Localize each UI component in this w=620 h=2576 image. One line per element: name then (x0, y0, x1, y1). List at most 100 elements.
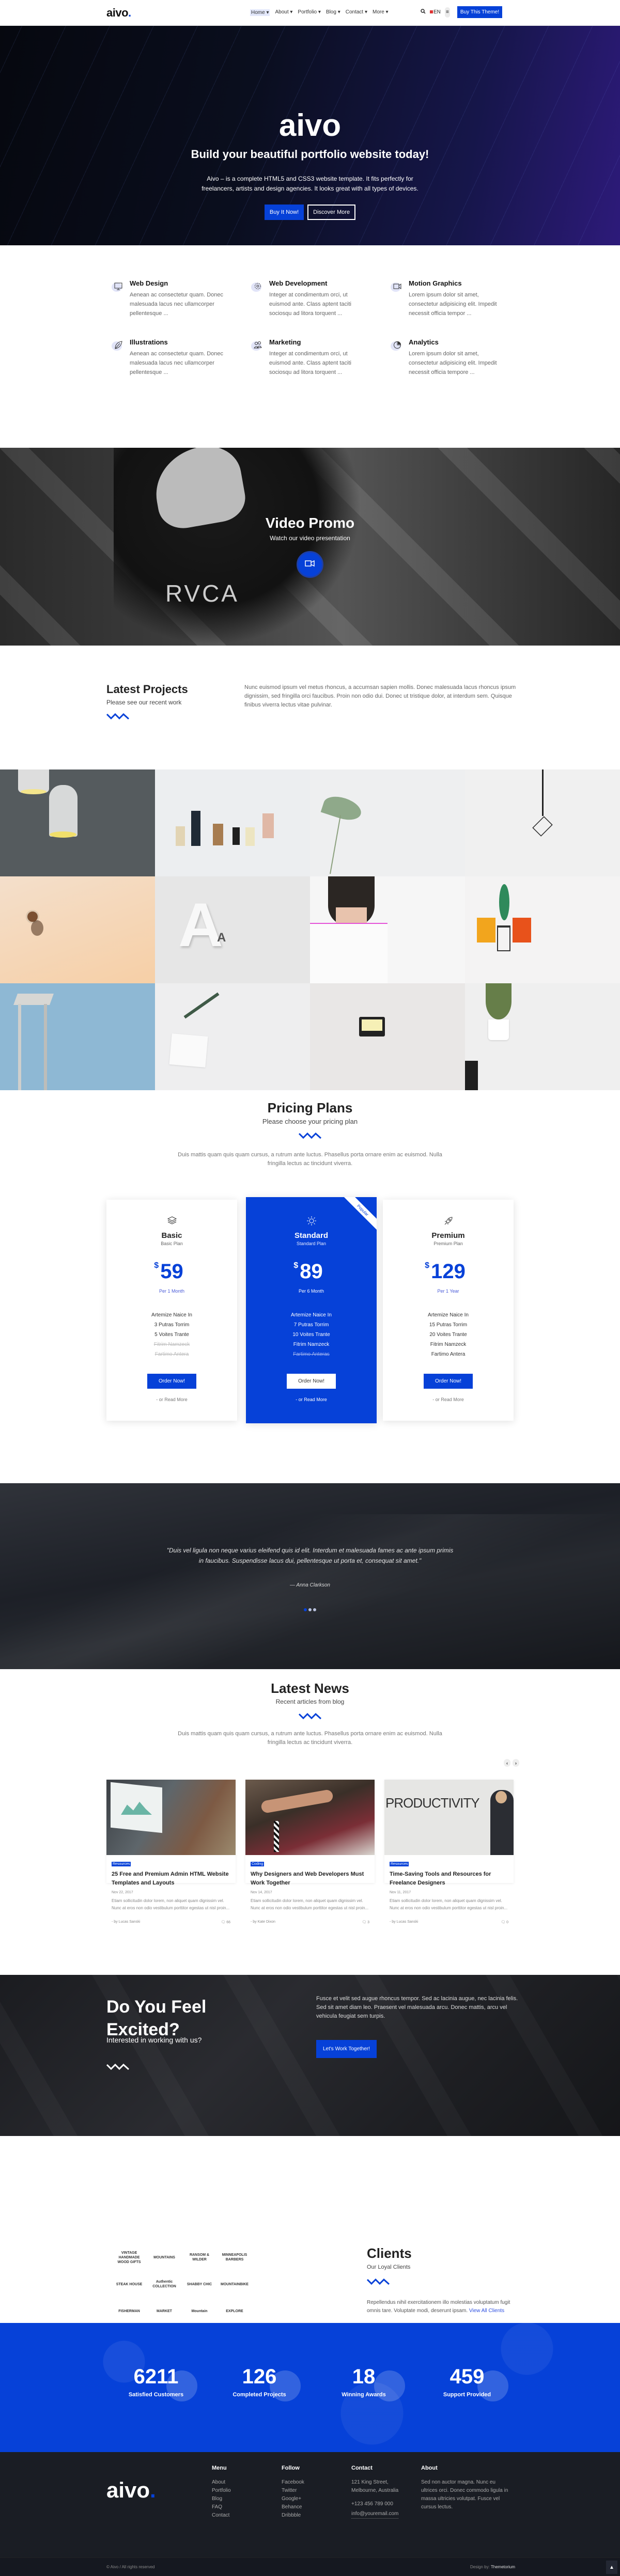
nav-item-home[interactable]: Home ▾ (250, 9, 270, 16)
comment-icon: 🗨 (221, 1921, 226, 1924)
clients-section: VINTAGE HANDMADE WOOD GIFTS MOUNTAINS RANS… (0, 2136, 620, 2323)
read-more-link[interactable]: - or Read More (246, 1397, 377, 1402)
footer-link-dribbble[interactable]: Dribbble (282, 2511, 304, 2520)
footer-about-text: Sed non auctor magna. Nunc eu ultrices o… (421, 2479, 508, 2510)
client-logo[interactable]: MINNEAPOLIS BARBERS (219, 2244, 250, 2270)
client-logo[interactable]: STEAK HOUSE (114, 2271, 145, 2297)
footer-link-portfolio[interactable]: Portfolio (212, 2487, 231, 2495)
footer-link-behance[interactable]: Behance (282, 2503, 304, 2511)
nav-item-more[interactable]: More ▾ (373, 9, 389, 16)
client-logo[interactable]: EXPLORE (219, 2298, 250, 2324)
footer-link-blog[interactable]: Blog (212, 2495, 231, 2503)
cta-title: Do You Feel Excited? (106, 1996, 206, 2041)
zigzag-divider (299, 1132, 321, 1139)
footer-logo-text: aivo (106, 2478, 150, 2502)
buy-theme-button[interactable]: Buy This Theme! (457, 6, 503, 18)
portfolio-item-leaf-card[interactable] (155, 983, 310, 1090)
footer-link-googleplus[interactable]: Google+ (282, 2495, 304, 2503)
client-logo[interactable]: MARKET (149, 2298, 180, 2324)
footer-link-facebook[interactable]: Facebook (282, 2478, 304, 2487)
order-now-button[interactable]: Order Now! (423, 1374, 473, 1389)
client-logo[interactable]: RANSOM & WILDER (184, 2244, 215, 2270)
nav-item-portfolio[interactable]: Portfolio ▾ (298, 9, 320, 16)
portfolio-item-paper-tags[interactable] (155, 769, 310, 876)
pricing-plan-basic: Basic Basic Plan $59 Per 1 Month Artemiz… (106, 1200, 237, 1421)
news-category-tag[interactable]: Resources (112, 1862, 131, 1866)
portfolio-item-wooden-stool[interactable] (0, 983, 155, 1090)
client-logo[interactable]: Authentic COLLECTION (149, 2271, 180, 2297)
portfolio-item-potted-palm[interactable] (465, 983, 620, 1090)
news-title-link[interactable]: Why Designers and Web Developers Must Wo… (251, 1870, 369, 1888)
footer-link-contact[interactable]: Contact (212, 2511, 231, 2520)
buy-now-button[interactable]: Buy It Now! (264, 205, 304, 220)
footer-link-faq[interactable]: FAQ (212, 2503, 231, 2511)
nav-item-blog[interactable]: Blog ▾ (326, 9, 340, 16)
client-logo[interactable]: MOUNTAINS (149, 2244, 180, 2270)
portfolio-item-pendant-lamps[interactable] (0, 769, 155, 876)
nav-item-contact[interactable]: Contact ▾ (346, 9, 367, 16)
client-logo[interactable]: Mountain (184, 2298, 215, 2324)
sun-icon (246, 1216, 377, 1227)
read-more-link[interactable]: - or Read More (383, 1397, 514, 1402)
nav-item-about[interactable]: About ▾ (275, 9, 292, 16)
designer-link[interactable]: Themetorium (491, 2565, 515, 2569)
client-logo[interactable]: MOUNTAINBIKE (219, 2271, 250, 2297)
service-item: Illustrations Aenean ac consectetur quam… (106, 338, 230, 377)
client-logo[interactable]: FISHERMAN (114, 2298, 145, 2324)
discover-more-button[interactable]: Discover More (307, 205, 356, 220)
users-icon (251, 340, 265, 352)
chevron-left-icon[interactable]: ‹ (504, 1759, 510, 1767)
order-now-button[interactable]: Order Now! (286, 1374, 336, 1389)
news-category-tag[interactable]: Coding (251, 1862, 265, 1866)
portfolio-item-letter-a[interactable]: A A (155, 876, 310, 983)
chevron-right-icon[interactable]: › (513, 1759, 519, 1767)
footer-link-about[interactable]: About (212, 2478, 231, 2487)
news-category-tag[interactable]: Resources (390, 1862, 409, 1866)
slider-dot[interactable] (308, 1608, 312, 1611)
news-title-link[interactable]: Time-Saving Tools and Resources for Free… (390, 1870, 508, 1888)
slider-dot[interactable] (313, 1608, 316, 1611)
plan-feature: Fartimo Antera (431, 1352, 466, 1357)
view-all-clients-link[interactable]: View All Clients (469, 2308, 504, 2314)
language-selector[interactable]: EN (430, 9, 441, 15)
footer-column-title: Menu (212, 2465, 227, 2471)
news-card[interactable]: Resources 25 Free and Premium Admin HTML… (106, 1780, 236, 1924)
footer-link-twitter[interactable]: Twitter (282, 2487, 304, 2495)
client-logo[interactable]: VINTAGE HANDMADE WOOD GIFTS (114, 2244, 145, 2270)
price-value: 59 (160, 1260, 183, 1283)
portfolio-item-girl-under-blanket[interactable] (310, 876, 465, 983)
order-now-button[interactable]: Order Now! (147, 1374, 197, 1389)
hero-description: Aivo – is a complete HTML5 and CSS3 webs… (0, 174, 620, 194)
portfolio-item-cassette-tape[interactable] (310, 983, 465, 1090)
client-logo[interactable]: SHABBY CHIC (184, 2271, 215, 2297)
search-icon[interactable] (421, 9, 426, 15)
news-card[interactable]: PRODUCTIVITY Resources Time-Saving Tools… (384, 1780, 514, 1924)
comment-icon: 🗨 (362, 1921, 367, 1924)
news-date: Nov 14, 2017 (251, 1891, 272, 1894)
lifebuoy-icon (477, 2370, 508, 2401)
portfolio-item-green-leaf[interactable] (310, 769, 465, 876)
work-together-button[interactable]: Let's Work Together! (316, 2040, 377, 2058)
plan-feature-excluded: Fartimo Anteras (293, 1352, 330, 1357)
news-footer: - by Kate Dixon 🗨 3 (251, 1920, 369, 1924)
portfolio-item-chairs-illustration[interactable] (465, 876, 620, 983)
footer-logo[interactable]: aivo. (106, 2478, 156, 2503)
service-item: Web Development Integer at condimentum o… (246, 279, 370, 318)
slider-dot-active[interactable] (304, 1608, 307, 1611)
footer-follow-column: Follow Facebook Twitter Google+ Behance … (282, 2465, 304, 2520)
footer-contact-column: Contact 121 King Street, Melbourne, Aust… (351, 2465, 399, 2519)
scroll-to-top-button[interactable]: ▲ (606, 2561, 617, 2574)
play-video-button[interactable] (297, 551, 323, 578)
news-author: - by Lucas Sanski (112, 1920, 141, 1924)
portfolio-item-cage-bulb[interactable] (465, 769, 620, 876)
hamburger-icon[interactable]: ≡ (444, 7, 450, 18)
read-more-link[interactable]: - or Read More (106, 1397, 237, 1402)
stat-item: 6211 Satisfied Customers (104, 2365, 208, 2401)
portfolio-item-coffee-cup[interactable] (0, 876, 155, 983)
service-text: Aenean ac consectetur quam. Donec malesu… (130, 292, 224, 317)
news-title-link[interactable]: 25 Free and Premium Admin HTML Website T… (112, 1870, 230, 1888)
site-logo[interactable]: aivo. (106, 6, 131, 20)
plan-description: Premium Plan (433, 1241, 463, 1246)
footer-email-link[interactable]: info@youremail.com (351, 2510, 399, 2519)
news-card[interactable]: Coding Why Designers and Web Developers … (245, 1780, 375, 1924)
